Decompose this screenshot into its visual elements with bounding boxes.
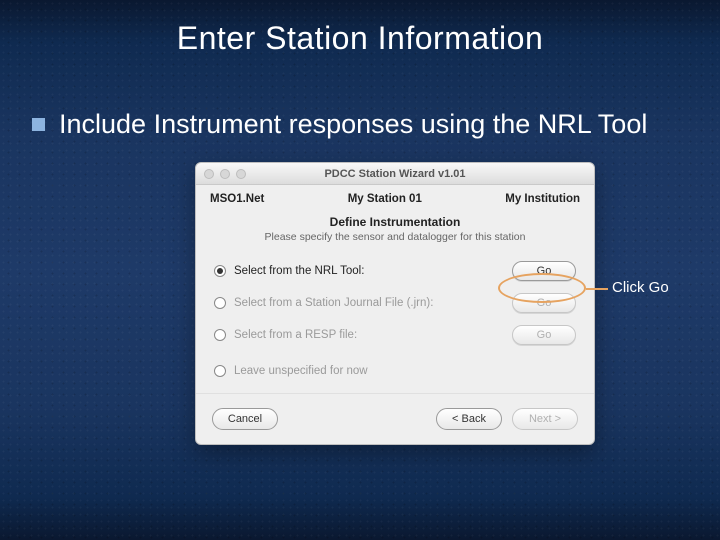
titlebar: PDCC Station Wizard v1.01	[196, 163, 594, 185]
callout-line	[586, 288, 608, 290]
close-icon[interactable]	[204, 169, 214, 179]
header-right: My Institution	[505, 193, 580, 205]
zoom-icon[interactable]	[236, 169, 246, 179]
radio-unspecified[interactable]	[214, 365, 226, 377]
header-center: My Station 01	[348, 193, 422, 205]
minimize-icon[interactable]	[220, 169, 230, 179]
radio-nrl-tool[interactable]	[214, 265, 226, 277]
option-journal-file[interactable]: Select from a Station Journal File (.jrn…	[196, 287, 594, 319]
bullet-text: Include Instrument responses using the N…	[59, 108, 647, 142]
wizard-window: PDCC Station Wizard v1.01 MSO1.Net My St…	[195, 162, 595, 445]
traffic-lights	[204, 169, 246, 179]
breadcrumb: MSO1.Net My Station 01 My Institution	[196, 185, 594, 211]
page-title: Enter Station Information	[0, 20, 720, 57]
go-button-nrl[interactable]: Go	[512, 261, 576, 281]
option-label: Leave unspecified for now	[234, 365, 576, 377]
cancel-button[interactable]: Cancel	[212, 408, 278, 430]
section-heading: Define Instrumentation	[196, 215, 594, 229]
radio-journal-file[interactable]	[214, 297, 226, 309]
window-title: PDCC Station Wizard v1.01	[196, 168, 594, 180]
option-label: Select from a RESP file:	[234, 329, 504, 341]
bullet-icon	[32, 118, 45, 131]
option-resp-file[interactable]: Select from a RESP file: Go	[196, 319, 594, 351]
option-unspecified[interactable]: Leave unspecified for now	[196, 359, 594, 383]
bullet-row: Include Instrument responses using the N…	[32, 108, 680, 142]
next-button[interactable]: Next >	[512, 408, 578, 430]
nav-row: Cancel < Back Next >	[196, 393, 594, 444]
callout-label: Click Go	[612, 279, 669, 296]
option-label: Select from the NRL Tool:	[234, 265, 504, 277]
back-button[interactable]: < Back	[436, 408, 502, 430]
go-button-journal[interactable]: Go	[512, 293, 576, 313]
option-nrl-tool[interactable]: Select from the NRL Tool: Go	[196, 255, 594, 287]
option-label: Select from a Station Journal File (.jrn…	[234, 297, 504, 309]
section-sub: Please specify the sensor and datalogger…	[196, 231, 594, 243]
radio-resp-file[interactable]	[214, 329, 226, 341]
go-button-resp[interactable]: Go	[512, 325, 576, 345]
header-left: MSO1.Net	[210, 193, 264, 205]
